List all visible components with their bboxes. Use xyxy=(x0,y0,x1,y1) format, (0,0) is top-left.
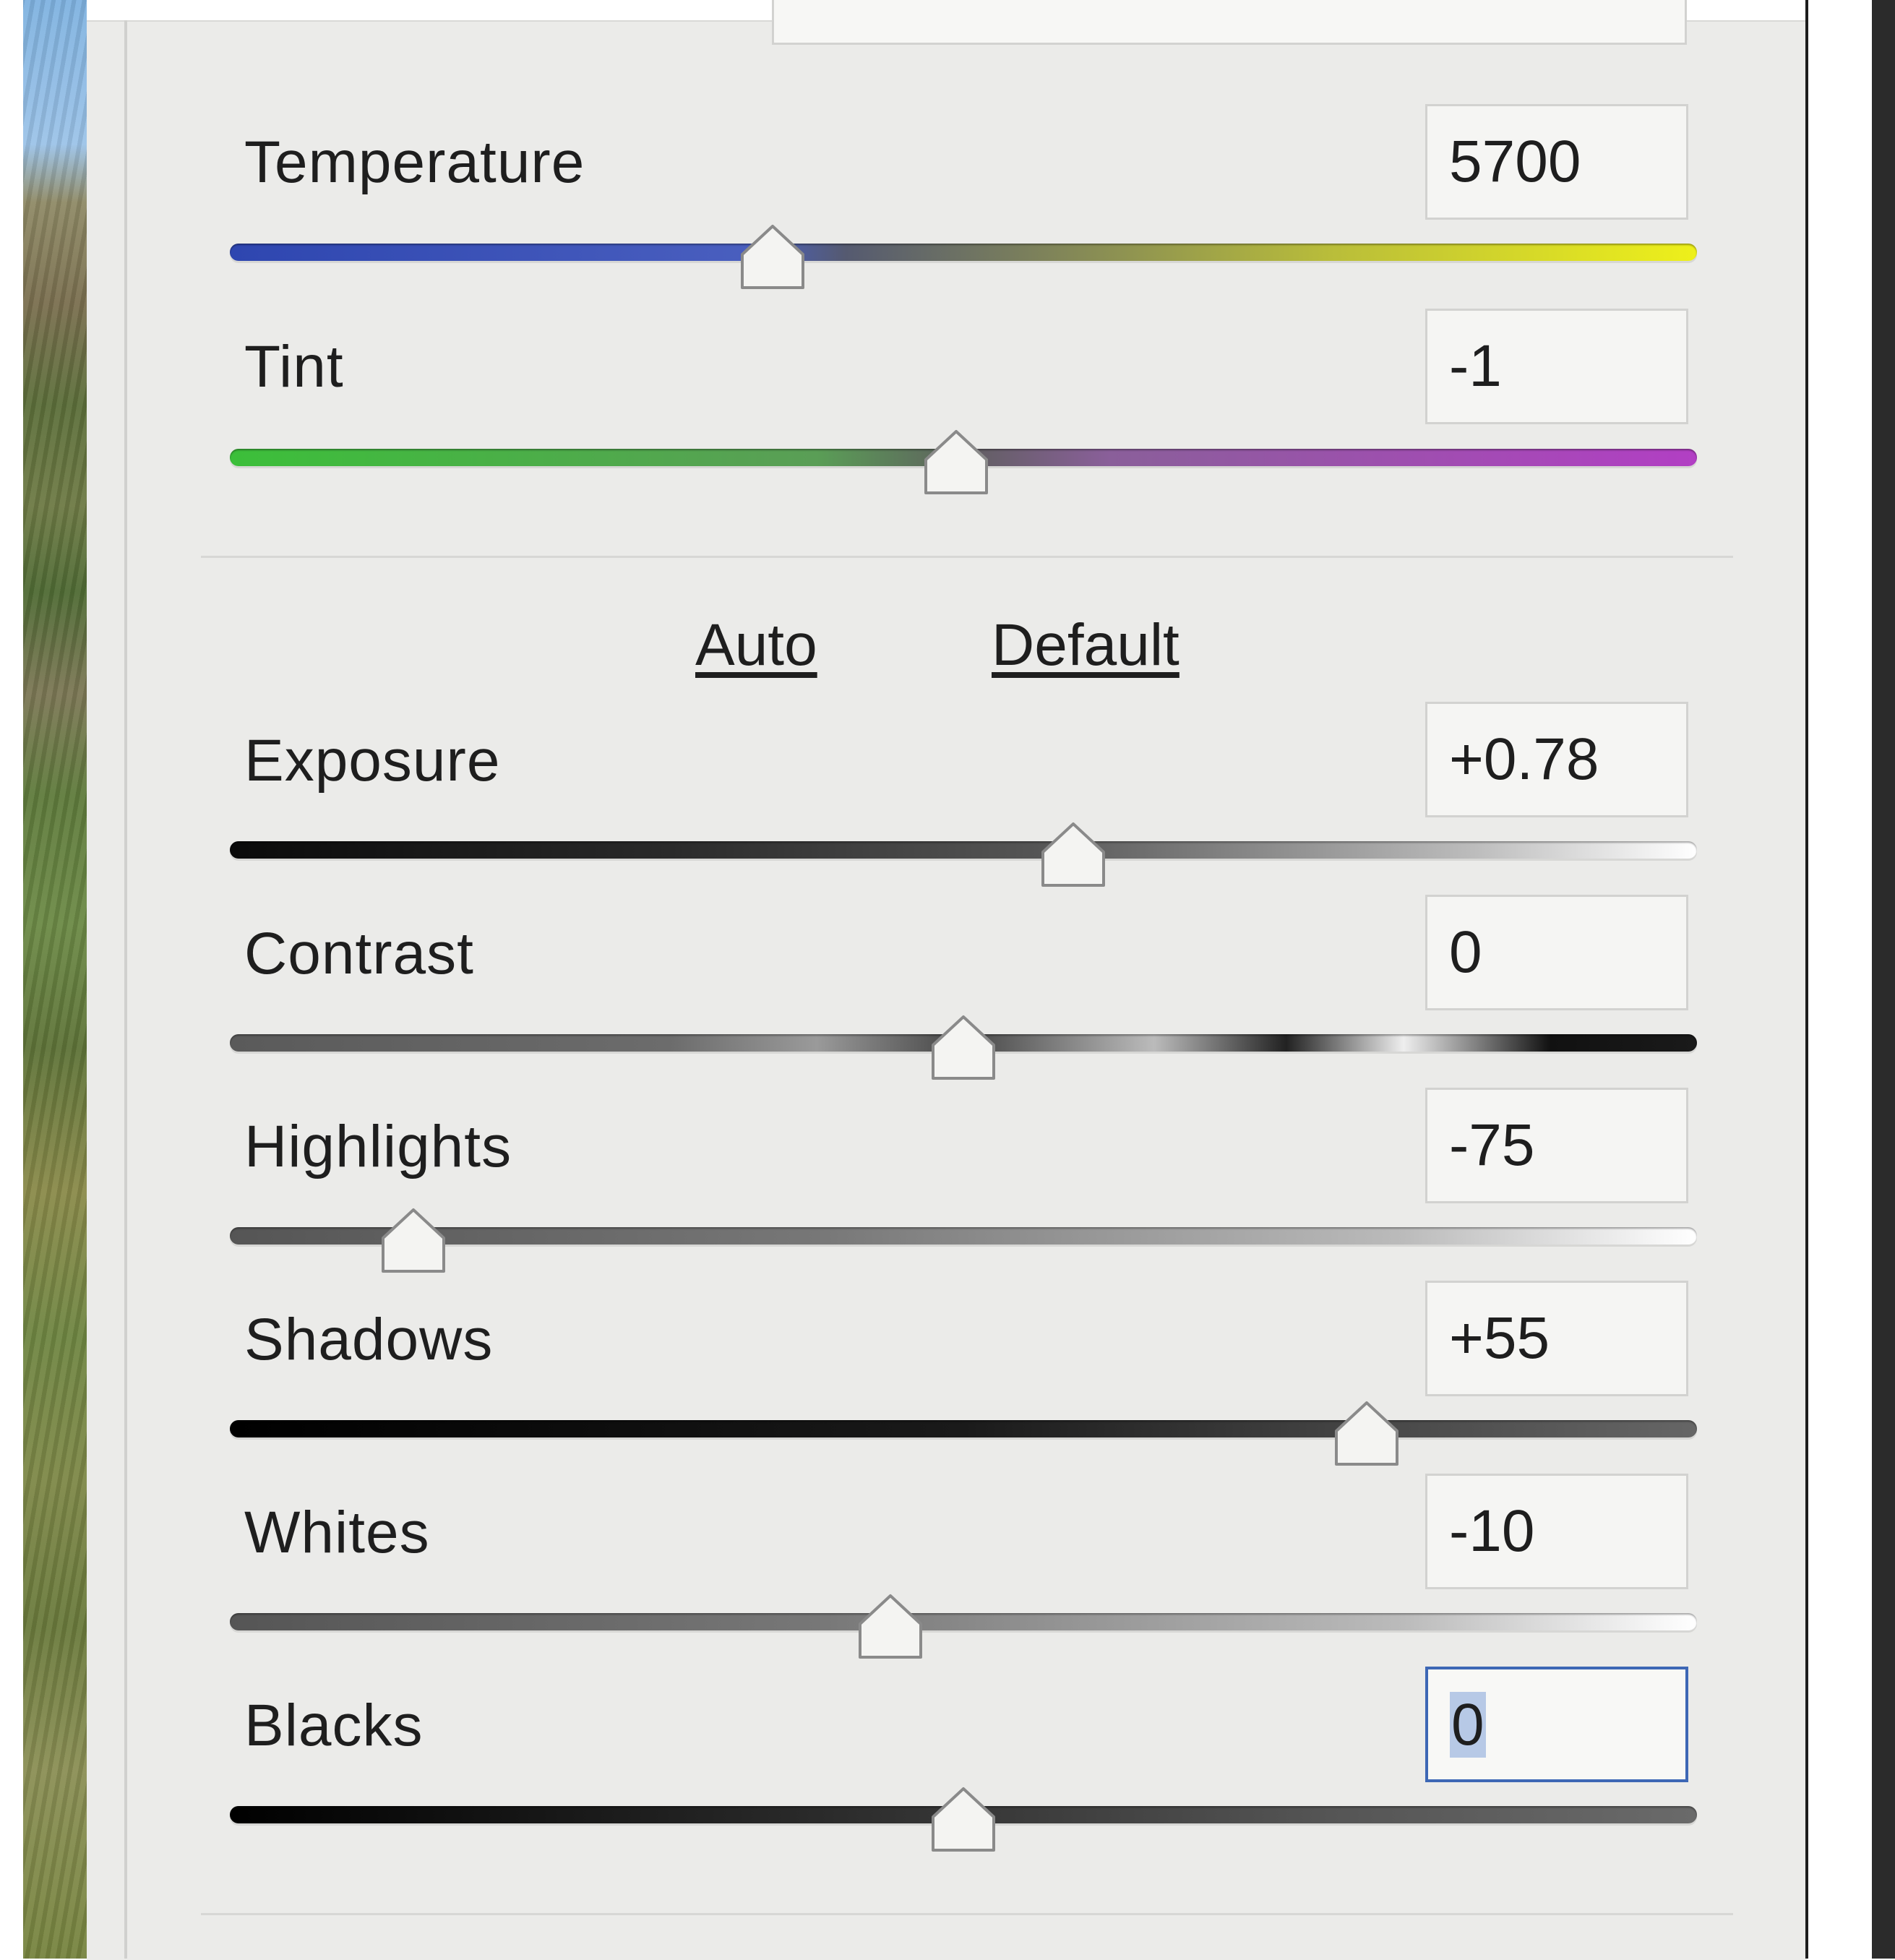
panel-right-border xyxy=(1805,0,1808,1959)
exposure-slider-track[interactable] xyxy=(230,841,1697,859)
contrast-slider-thumb[interactable] xyxy=(929,1015,998,1081)
shadows-label: Shadows xyxy=(244,1307,494,1372)
whites-field[interactable]: -10 xyxy=(1425,1474,1688,1589)
exposure-field[interactable]: +0.78 xyxy=(1425,702,1688,817)
blacks-label: Blacks xyxy=(244,1693,424,1758)
window-edge xyxy=(0,0,23,1959)
temperature-slider-thumb[interactable] xyxy=(738,224,807,291)
blacks-slider-thumb[interactable] xyxy=(929,1787,998,1853)
white-balance-dropdown[interactable] xyxy=(772,0,1687,45)
highlights-slider-track[interactable] xyxy=(230,1227,1697,1245)
shadows-field[interactable]: +55 xyxy=(1425,1281,1688,1396)
blacks-field[interactable]: 0 xyxy=(1425,1667,1688,1782)
temperature-slider-track[interactable] xyxy=(230,244,1697,261)
temperature-label: Temperature xyxy=(244,129,585,195)
section-divider xyxy=(201,556,1733,558)
section-divider-bottom xyxy=(201,1913,1733,1915)
whites-label: Whites xyxy=(244,1500,430,1565)
contrast-label: Contrast xyxy=(244,921,474,987)
default-button[interactable]: Default xyxy=(992,616,1179,675)
tint-field[interactable]: -1 xyxy=(1425,309,1688,424)
highlights-label: Highlights xyxy=(244,1114,512,1179)
temperature-field[interactable]: 5700 xyxy=(1425,104,1688,220)
highlights-field[interactable]: -75 xyxy=(1425,1088,1688,1203)
whites-slider-thumb[interactable] xyxy=(856,1594,925,1660)
panel-left-border xyxy=(124,20,127,1959)
highlights-slider-thumb[interactable] xyxy=(379,1208,448,1274)
contrast-field[interactable]: 0 xyxy=(1425,895,1688,1010)
exposure-slider-thumb[interactable] xyxy=(1039,822,1108,888)
scrollbar-gutter xyxy=(1872,0,1895,1959)
exposure-label: Exposure xyxy=(244,728,501,794)
shadows-slider-thumb[interactable] xyxy=(1332,1401,1401,1467)
whites-slider-track[interactable] xyxy=(230,1613,1697,1630)
auto-button[interactable]: Auto xyxy=(695,616,817,675)
shadows-slider-track[interactable] xyxy=(230,1420,1697,1437)
blacks-field-selected-text[interactable]: 0 xyxy=(1450,1692,1486,1758)
tint-slider-thumb[interactable] xyxy=(921,429,991,496)
tint-label: Tint xyxy=(244,334,344,400)
